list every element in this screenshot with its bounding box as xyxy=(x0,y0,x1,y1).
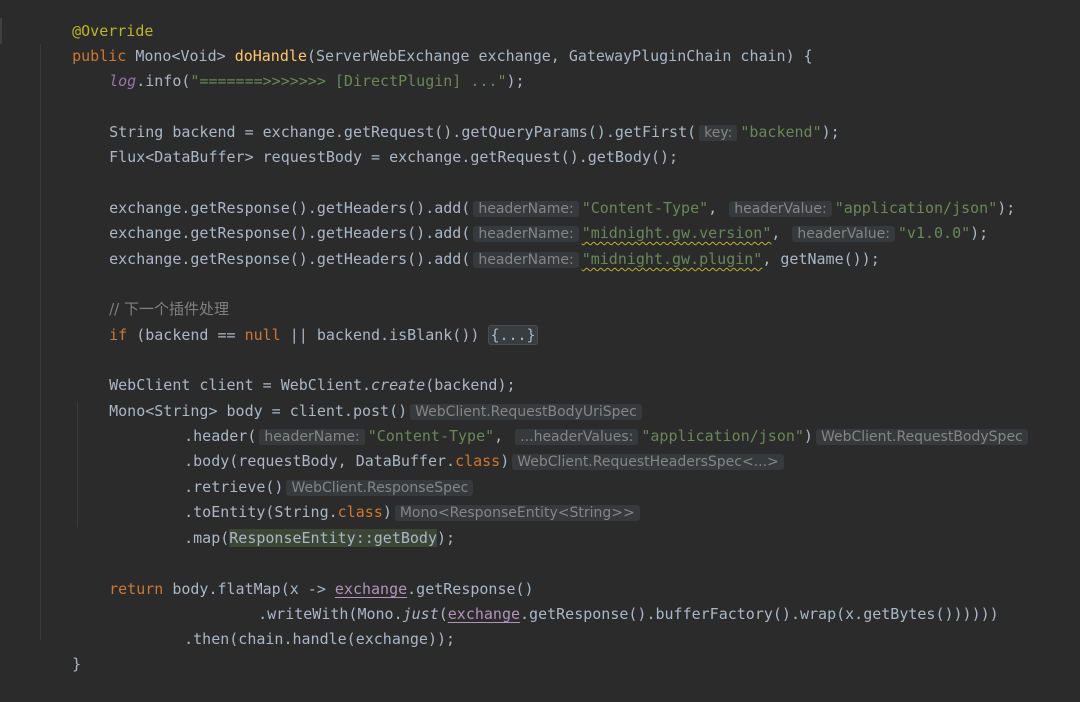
code-line-3[interactable]: log.info("=======>>>>>>> [DirectPlugin] … xyxy=(73,44,524,90)
code-line-2[interactable]: public Mono<Void> doHandle(ServerWebExch… xyxy=(36,19,813,65)
code-line-16[interactable]: Mono<String> body = client.post() WebClie… xyxy=(73,374,645,420)
code-line-19[interactable]: .retrieve() WebClient.ResponseSpec xyxy=(148,450,476,496)
code-line-5[interactable]: String backend = exchange.getRequest().g… xyxy=(73,95,840,141)
string-literal: "v1.0.0" xyxy=(897,224,971,242)
code-text: ); xyxy=(970,224,989,242)
code-line-13[interactable]: if (backend == null || backend.isBlank()… xyxy=(73,298,538,345)
code-text: .info( xyxy=(136,72,191,90)
param-hint: key: xyxy=(699,125,738,141)
code-text: , getName()); xyxy=(762,250,880,268)
code-editor[interactable]: @Override public Mono<Void> doHandle(Ser… xyxy=(0,0,1080,673)
code-line-23[interactable]: return body.flatMap(x -> exchange.getRes… xyxy=(73,552,533,598)
code-text: ); xyxy=(437,529,456,547)
code-text: .then(chain.handle(exchange)); xyxy=(184,630,456,648)
captured-variable: exchange xyxy=(447,605,521,623)
closing-brace: } xyxy=(72,655,82,673)
keyword: null xyxy=(244,326,281,344)
string-literal: "midnight.gw.plugin" xyxy=(581,250,763,268)
code-line-1[interactable]: @Override xyxy=(36,0,153,40)
code-line-17[interactable]: .header(headerName: "Content-Type", ...he… xyxy=(148,399,1031,445)
code-line-20[interactable]: .toEntity(String.class) Mono<ResponseEnti… xyxy=(148,475,643,521)
code-line-21[interactable]: .map(ResponseEntity::getBody); xyxy=(148,501,455,547)
code-text: ) xyxy=(803,427,813,445)
code-line-10[interactable]: exchange.getResponse().getHeaders().add(… xyxy=(73,222,880,268)
code-text: Flux<DataBuffer> requestBody = exchange.… xyxy=(109,148,679,166)
keyword: if xyxy=(109,326,128,344)
string-literal: "=======>>>>>>> [DirectPlugin] ..." xyxy=(190,72,507,90)
keyword: return xyxy=(109,580,164,598)
code-text: ) xyxy=(500,452,510,470)
string-literal: "backend" xyxy=(740,123,822,141)
code-text: (backend == xyxy=(127,326,245,344)
indent-guide xyxy=(40,44,41,640)
code-text: ); xyxy=(821,123,840,141)
code-line-6[interactable]: Flux<DataBuffer> requestBody = exchange.… xyxy=(73,120,678,166)
code-line-8[interactable]: exchange.getResponse().getHeaders().add(… xyxy=(73,171,1015,217)
type-hint: WebClient.RequestHeadersSpec<...> xyxy=(512,454,784,470)
code-line-18[interactable]: .body(requestBody, DataBuffer.class) WebC… xyxy=(148,424,787,470)
code-line-15[interactable]: WebClient client = WebClient.create(back… xyxy=(73,348,515,394)
code-text: .getResponse().bufferFactory().wrap(x.ge… xyxy=(520,605,999,623)
code-line-25[interactable]: .then(chain.handle(exchange)); xyxy=(148,602,455,648)
code-text: exchange.getResponse().getHeaders().add( xyxy=(109,250,471,268)
code-line-9[interactable]: exchange.getResponse().getHeaders().add(… xyxy=(73,196,988,242)
code-line-26[interactable]: } xyxy=(36,627,81,673)
code-line-24[interactable]: .writeWith(Mono.just(exchange.getRespons… xyxy=(222,577,999,623)
code-line-12[interactable]: // 下一个插件处理 xyxy=(73,272,229,318)
type-hint: WebClient.RequestBodySpec xyxy=(815,429,1028,445)
field-ref: log xyxy=(109,72,137,90)
folded-block[interactable]: {...} xyxy=(488,325,538,345)
code-text: ); xyxy=(997,199,1016,217)
code-text: || backend.isBlank()) xyxy=(280,326,489,344)
code-text: .map( xyxy=(184,529,230,547)
code-text: ); xyxy=(506,72,525,90)
param-hint: headerName: xyxy=(473,252,579,268)
highlighted-method-ref: ResponseEntity::getBody xyxy=(229,529,437,547)
current-line-marker xyxy=(0,18,2,44)
